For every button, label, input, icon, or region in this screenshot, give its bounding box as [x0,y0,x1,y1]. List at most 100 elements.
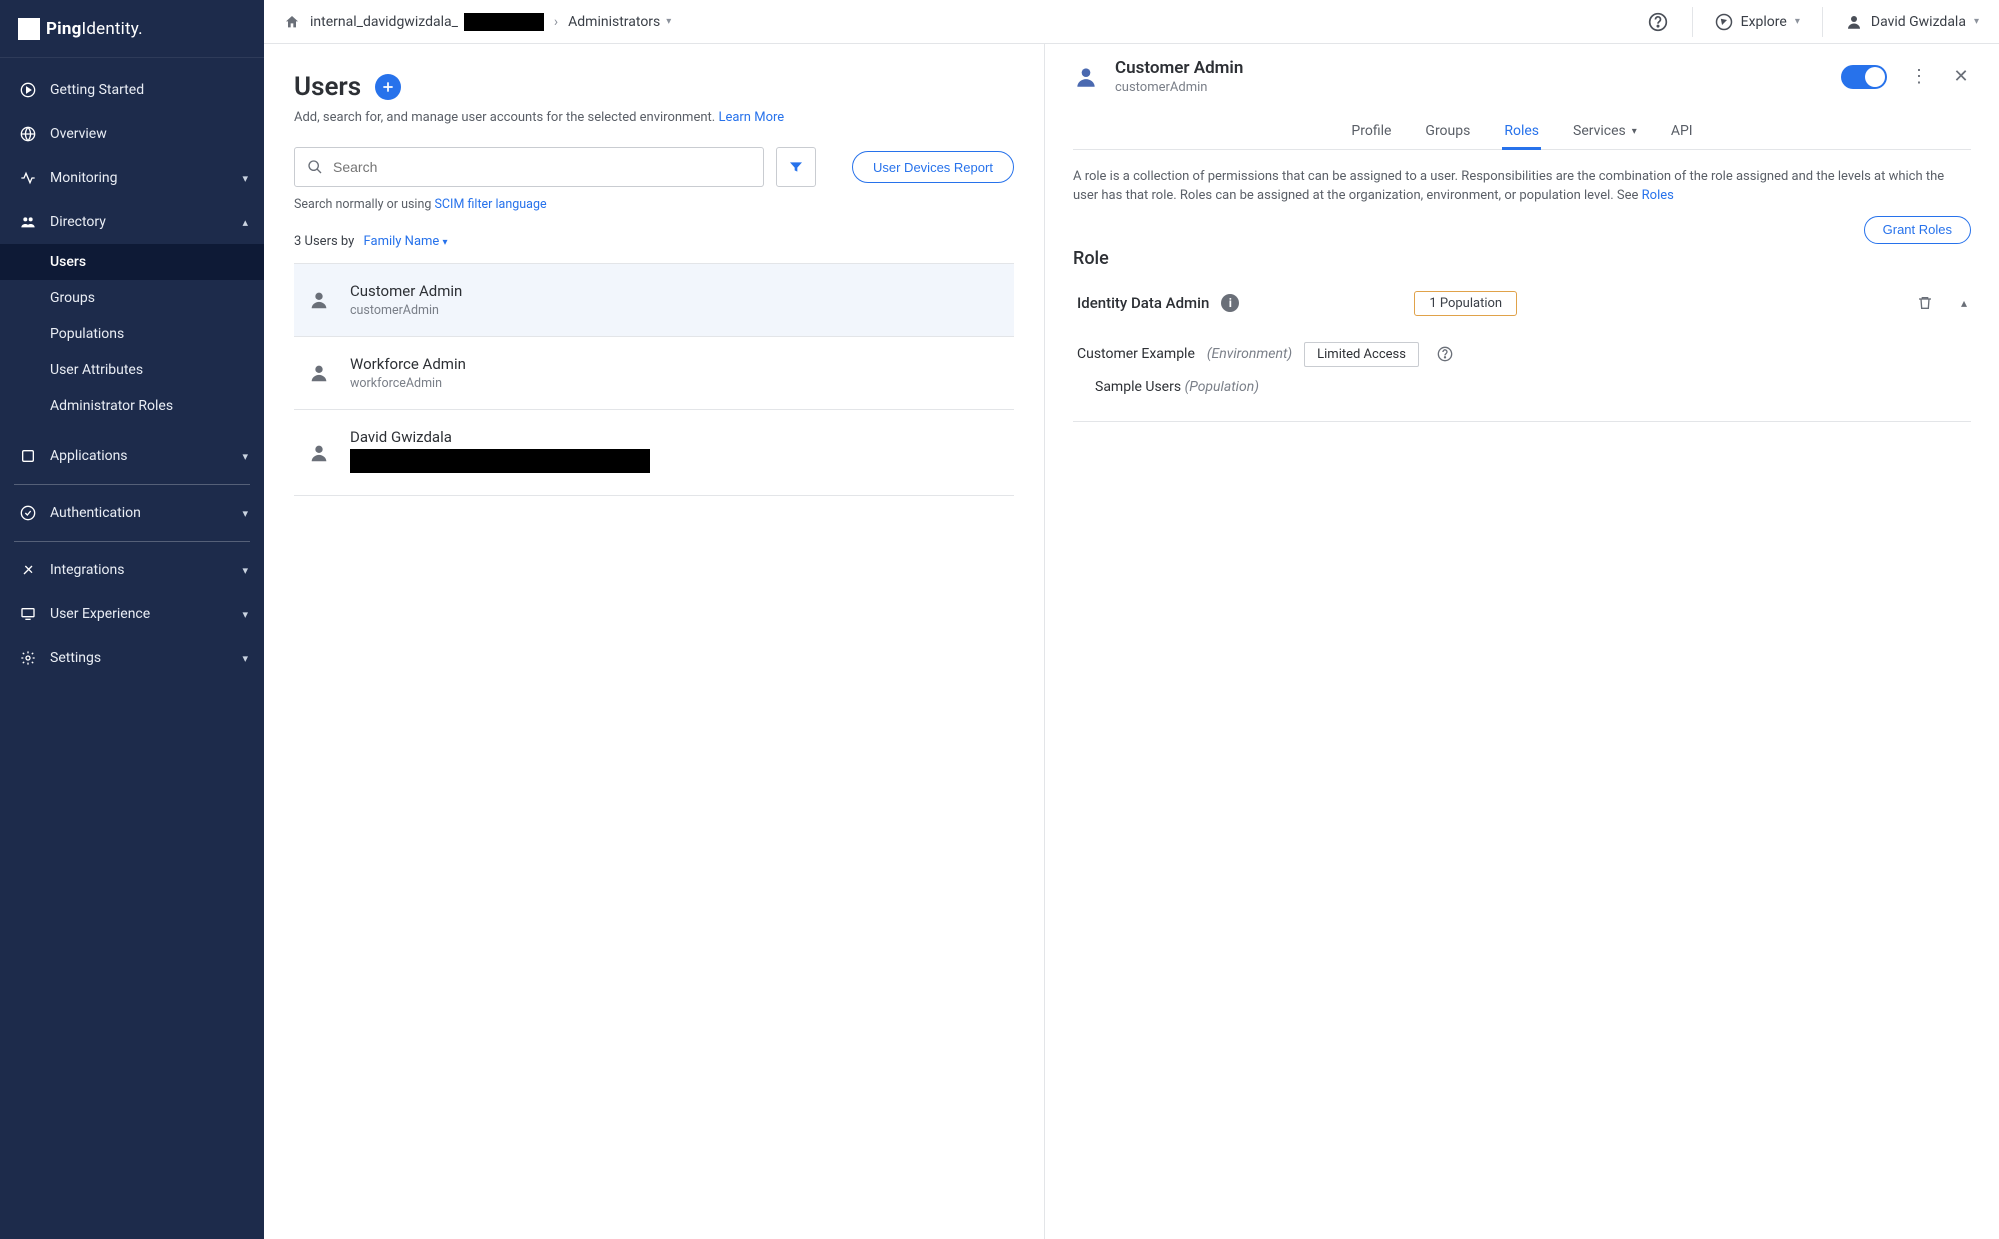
limited-access-badge: Limited Access [1304,342,1419,367]
scope-env-type: (Environment) [1207,346,1292,362]
detail-subtitle: customerAdmin [1115,80,1243,95]
breadcrumb-env[interactable]: internal_davidgwizdala_ [310,13,544,31]
explore-label: Explore [1741,14,1787,30]
breadcrumb-label: Administrators [568,14,660,30]
search-input[interactable] [333,159,751,175]
globe-icon [18,124,38,144]
play-icon [18,80,38,100]
role-section-title: Role [1073,248,1971,269]
explore-menu[interactable]: Explore ▾ [1715,13,1800,31]
screen-icon [18,604,38,624]
more-menu-icon[interactable]: ⋮ [1909,66,1929,87]
help-icon[interactable] [1437,346,1453,362]
scope-pop-name: Sample Users [1095,379,1181,395]
search-box[interactable] [294,147,764,187]
population-badge: 1 Population [1414,291,1517,316]
chevron-down-icon: ▾ [242,564,248,577]
learn-more-link[interactable]: Learn More [718,110,784,125]
enable-toggle[interactable] [1841,65,1887,89]
scope-pop-type: (Population) [1185,379,1259,395]
caret-down-icon: ▾ [443,237,448,248]
detail-pane: Customer Admin customerAdmin ⋮ ✕ Profile… [1044,44,1999,1239]
role-scope: Customer Example (Environment) Limited A… [1073,338,1971,422]
tab-roles[interactable]: Roles [1502,113,1541,149]
users-list-pane: Users Add, search for, and manage user a… [264,44,1044,1239]
check-circle-icon [18,503,38,523]
nav-sub-populations[interactable]: Populations [0,316,264,352]
topbar-separator [1692,7,1693,37]
home-icon[interactable] [284,14,300,30]
nav-directory[interactable]: Directory ▴ [0,200,264,244]
logo-mark-icon [18,18,40,40]
chevron-down-icon: ▾ [242,608,248,621]
nav-sub-user-attributes[interactable]: User Attributes [0,352,264,388]
pulse-icon [18,168,38,188]
user-row[interactable]: Customer Admin customerAdmin [294,264,1014,337]
nav-user-experience[interactable]: User Experience ▾ [0,592,264,636]
role-name: Identity Data Admin [1077,294,1209,312]
nav-monitoring[interactable]: Monitoring ▾ [0,156,264,200]
caret-down-icon: ▾ [1974,16,1979,27]
close-icon[interactable]: ✕ [1951,66,1971,87]
chevron-down-icon: ▾ [242,507,248,520]
breadcrumb: internal_davidgwizdala_ › Administrators… [284,13,671,31]
scim-link[interactable]: SCIM filter language [435,197,547,212]
search-hint: Search normally or using SCIM filter lan… [294,197,1014,212]
user-name: David Gwizdala [1871,14,1966,30]
tab-groups[interactable]: Groups [1423,113,1472,149]
nav-overview[interactable]: Overview [0,112,264,156]
person-icon [308,442,330,464]
user-devices-report-button[interactable]: User Devices Report [852,151,1014,183]
role-row: Identity Data Admin i 1 Population ▴ [1073,269,1971,338]
filter-button[interactable] [776,147,816,187]
collapse-icon[interactable]: ▴ [1961,296,1967,310]
person-icon [1073,64,1099,90]
roles-help-link[interactable]: Roles [1642,188,1674,203]
nav-sub-admin-roles[interactable]: Administrator Roles [0,388,264,424]
user-menu[interactable]: David Gwizdala ▾ [1845,13,1979,31]
add-user-button[interactable] [375,74,401,100]
user-id: customerAdmin [350,303,462,318]
nav-settings[interactable]: Settings ▾ [0,636,264,680]
nav-label: Getting Started [50,82,144,98]
nav-label: Authentication [50,505,141,521]
caret-down-icon: ▾ [1632,126,1637,137]
nav-applications[interactable]: Applications ▾ [0,434,264,478]
nav-sub-users[interactable]: Users [0,244,264,280]
user-row[interactable]: Workforce Admin workforceAdmin [294,337,1014,410]
breadcrumb-admins[interactable]: Administrators ▾ [568,14,671,30]
nav-label: Applications [50,448,128,464]
nav-label: Settings [50,650,101,666]
grant-roles-button[interactable]: Grant Roles [1864,216,1971,244]
nav-label: Integrations [50,562,124,578]
person-icon [1845,13,1863,31]
plus-icon [381,80,395,94]
tab-services[interactable]: Services▾ [1571,113,1639,149]
delete-icon[interactable] [1917,295,1933,311]
help-icon[interactable] [1646,10,1670,34]
logo: PingIdentity. [0,0,264,58]
filter-icon [788,159,804,175]
topbar-separator [1822,7,1823,37]
chevron-up-icon: ▴ [242,216,248,229]
nav-integrations[interactable]: Integrations ▾ [0,548,264,592]
nav-getting-started[interactable]: Getting Started [0,68,264,112]
nav-sub-groups[interactable]: Groups [0,280,264,316]
nav-divider [14,484,250,485]
tab-profile[interactable]: Profile [1349,113,1393,149]
people-icon [18,212,38,232]
nav-authentication[interactable]: Authentication ▾ [0,491,264,535]
user-id-redacted [350,449,650,477]
detail-title: Customer Admin [1115,58,1243,78]
user-row[interactable]: David Gwizdala [294,410,1014,496]
user-id: workforceAdmin [350,376,466,391]
sort-dropdown[interactable]: Family Name ▾ [364,234,448,249]
tab-api[interactable]: API [1669,113,1695,149]
chevron-down-icon: ▾ [242,652,248,665]
info-icon[interactable]: i [1221,294,1239,312]
chevron-down-icon: ▾ [242,172,248,185]
sidebar: PingIdentity. Getting Started Overview M… [0,0,264,1239]
page-title: Users [294,72,361,102]
nav: Getting Started Overview Monitoring ▾ Di… [0,58,264,690]
chevron-down-icon: ▾ [242,450,248,463]
